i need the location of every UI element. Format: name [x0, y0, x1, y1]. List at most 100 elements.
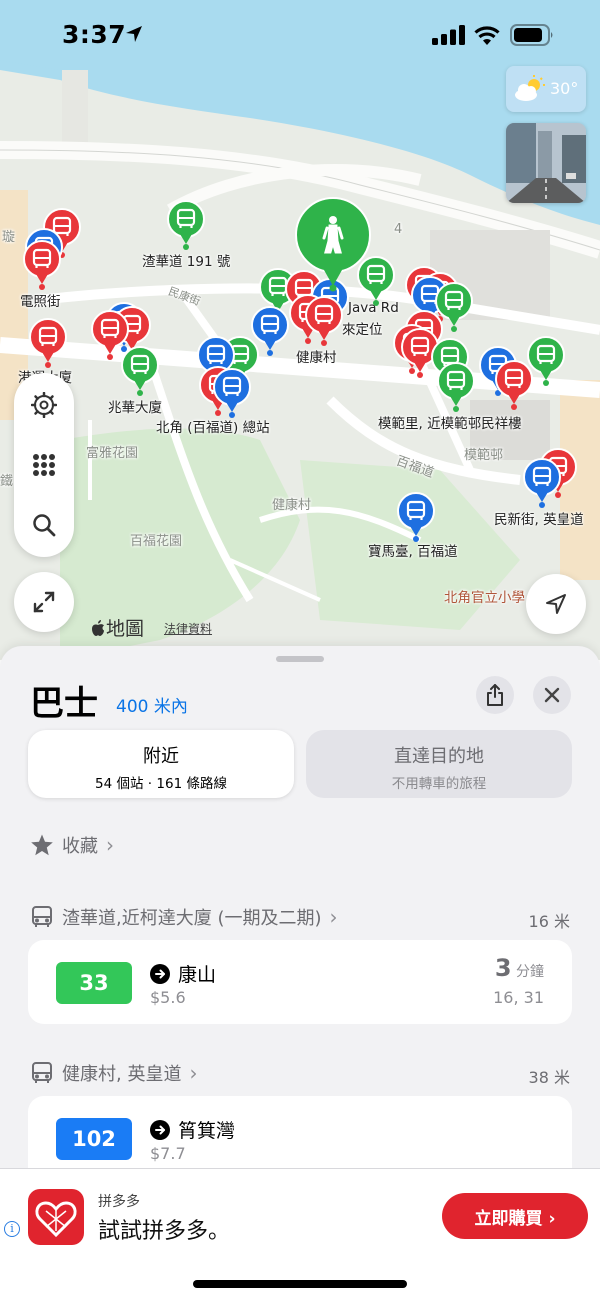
- bus-pin-icon: [213, 368, 251, 418]
- eta-value: 3: [494, 954, 512, 982]
- stop-header[interactable]: 渣華道,近柯達大廈 (一期及二期) ›: [30, 902, 338, 932]
- map-label: 健康村: [296, 350, 337, 366]
- bus-pin-icon: [23, 240, 61, 290]
- bus-stop-pin[interactable]: [166, 200, 206, 252]
- bus-stop-pin[interactable]: [436, 362, 476, 414]
- tab-nearby[interactable]: 附近 54 個站 · 161 條路線: [28, 730, 294, 798]
- map-label: 璇: [2, 230, 16, 245]
- cellular-signal-icon: [432, 25, 465, 45]
- look-around-preview[interactable]: [506, 123, 586, 203]
- arrow-right-circle-icon: [150, 963, 170, 984]
- bus-stop-pin[interactable]: [120, 346, 160, 398]
- tab-subtitle: 54 個站 · 161 條路線: [95, 776, 227, 792]
- weather-widget[interactable]: 30°: [506, 66, 586, 112]
- legal-link[interactable]: 法律資料: [164, 620, 212, 637]
- weather-temp: 30°: [550, 79, 579, 98]
- route-destination: 康山: [150, 960, 216, 987]
- close-icon: [544, 687, 560, 703]
- home-bar: [0, 1264, 600, 1299]
- bus-stop-pin[interactable]: [526, 336, 566, 388]
- bus-pin-icon: [167, 200, 205, 250]
- buy-now-button[interactable]: 立即購買 ›: [442, 1193, 588, 1239]
- stop-header[interactable]: 健康村, 英皇道 ›: [30, 1058, 197, 1088]
- current-location-pin[interactable]: [294, 196, 372, 292]
- map-label: 4: [394, 222, 403, 237]
- battery-icon: [510, 24, 553, 46]
- bus-stop-pin[interactable]: [396, 492, 436, 544]
- favorites-label: 收藏: [62, 836, 98, 857]
- location-arrow-icon: [546, 594, 566, 614]
- favorites-row[interactable]: 收藏 ›: [30, 830, 114, 860]
- expand-button[interactable]: [14, 572, 74, 632]
- maps-attribution: 地圖: [106, 618, 145, 640]
- bus-stop-pin[interactable]: [28, 318, 68, 370]
- apple-logo-icon: [92, 620, 104, 636]
- locate-me-button[interactable]: [526, 574, 586, 634]
- tab-title: 附近: [143, 746, 179, 767]
- sheet-range: 400 米內: [116, 697, 188, 717]
- info-icon[interactable]: i: [4, 1221, 20, 1237]
- sheet-title: 巴士: [30, 684, 98, 724]
- categories-button[interactable]: [14, 435, 74, 495]
- bus-stop-pin[interactable]: [304, 296, 344, 348]
- route-card[interactable]: 33 康山 $5.6 3 分鐘 16, 31: [28, 940, 572, 1024]
- map-label: 兆華大廈: [108, 400, 162, 416]
- apple-maps-logo: 地圖: [90, 614, 144, 641]
- partly-cloudy-icon: [515, 75, 545, 101]
- bus-pin-icon: [29, 318, 67, 368]
- stop-name: 健康村, 英皇道: [62, 1064, 182, 1085]
- share-icon: [487, 684, 503, 706]
- ad-text: 試試拼多多。: [98, 1219, 231, 1244]
- stop-name: 渣華道,近柯達大廈 (一期及二期): [62, 908, 322, 929]
- bus-icon: [32, 1062, 52, 1083]
- bus-pin-icon: [121, 346, 159, 396]
- home-indicator[interactable]: [193, 1280, 407, 1288]
- sheet-grabber[interactable]: [276, 656, 324, 662]
- chevron-right-icon: ›: [106, 833, 114, 857]
- map-view[interactable]: 璇 渣華道 191 號 電照街 港運大廈 兆華大廈 北角 (百福道) 總站 健康…: [0, 0, 600, 660]
- tab-subtitle: 不用轉車的旅程: [391, 776, 487, 792]
- ad-brand: 拼多多: [98, 1194, 140, 1210]
- ad-banner[interactable]: i 拼多多 試試拼多多。 立即購買 ›: [0, 1168, 600, 1264]
- tab-direct[interactable]: 直達目的地 不用轉車的旅程: [306, 730, 572, 798]
- route-fare: $7.7: [150, 1144, 186, 1163]
- map-settings-button[interactable]: [14, 375, 74, 435]
- map-controls: [14, 373, 74, 557]
- chevron-right-icon: ›: [189, 1061, 198, 1085]
- status-bar: 3:37: [0, 0, 600, 66]
- eta: 3 分鐘: [495, 954, 544, 982]
- chevron-right-icon: ›: [329, 905, 338, 929]
- route-fare: $5.6: [150, 988, 186, 1007]
- bus-icon: [32, 906, 52, 927]
- status-time: 3:37: [62, 20, 127, 49]
- map-label: 北角官立小學: [444, 590, 525, 606]
- close-button[interactable]: [533, 676, 571, 714]
- route-card[interactable]: 102 筲箕灣 $7.7: [28, 1096, 572, 1168]
- transit-sheet: 巴士 400 米內 附近 54 個站 · 161 條路線 直達目的地 不用轉車的…: [0, 646, 600, 1168]
- stop-distance: 16 米: [528, 912, 570, 931]
- bus-pin-icon: [437, 362, 475, 412]
- eta-unit: 分鐘: [516, 964, 544, 980]
- map-label: 電照街: [20, 294, 61, 310]
- map-label: 鐵: [0, 474, 14, 489]
- tab-title: 直達目的地: [394, 746, 484, 767]
- destination-name: 康山: [178, 964, 217, 986]
- destination-name: 筲箕灣: [178, 1120, 236, 1142]
- arrow-right-circle-icon: [150, 1119, 170, 1140]
- bus-stop-pin[interactable]: [212, 368, 252, 420]
- bus-stop-pin[interactable]: [522, 458, 562, 510]
- search-button[interactable]: [14, 495, 74, 555]
- bus-pin-icon: [305, 296, 343, 346]
- pinduoduo-logo: [28, 1189, 84, 1245]
- map-label: 民新街, 英皇道: [494, 512, 584, 528]
- bus-stop-pin[interactable]: [22, 240, 62, 292]
- wifi-icon: [474, 26, 500, 45]
- star-icon: [31, 834, 53, 856]
- next-departures: 16, 31: [493, 988, 544, 1007]
- gear-icon: [31, 392, 57, 418]
- map-label: 富雅花園: [86, 446, 139, 461]
- map-label: 百福花園: [130, 534, 183, 549]
- share-button[interactable]: [476, 676, 514, 714]
- map-label: 模範里, 近模範邨民祥樓: [378, 416, 522, 432]
- grid-dots-icon: [33, 454, 55, 476]
